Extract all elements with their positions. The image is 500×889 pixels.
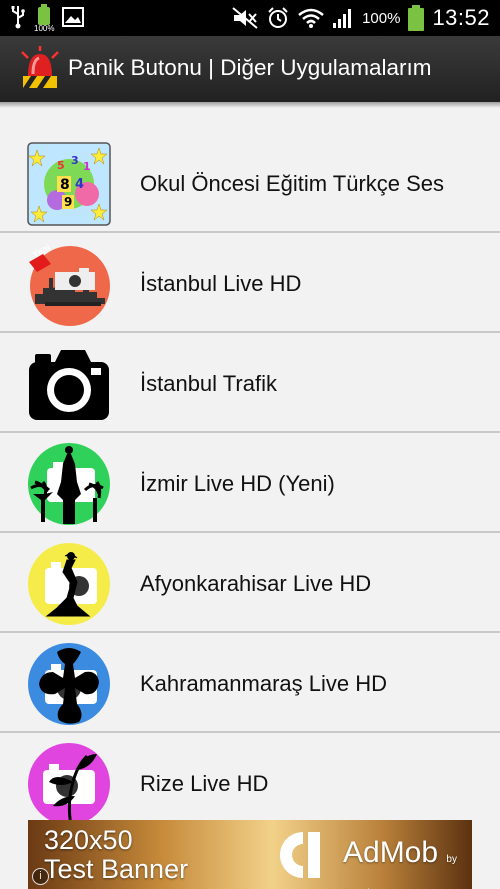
status-right: 100% 13:52: [232, 2, 490, 34]
app-label: Kahramanmaraş Live HD: [140, 671, 387, 696]
camera-icon: [29, 350, 109, 420]
clock: 13:52: [432, 5, 490, 30]
usb-icon: [11, 6, 25, 29]
list-item[interactable]: Rize Live HD: [0, 733, 500, 833]
ad-brand: AdMob by Google: [343, 836, 472, 889]
list-item[interactable]: Yeni İstanbul Live HD: [0, 233, 500, 333]
svg-text:8: 8: [60, 177, 70, 193]
svg-text:9: 9: [64, 195, 72, 209]
battery-level-icon: [408, 5, 425, 31]
battery-percent: 100%: [362, 9, 401, 27]
status-left: 100%: [10, 4, 84, 33]
app-label: Afyonkarahisar Live HD: [140, 571, 372, 596]
app-label: İstanbul Trafik: [140, 371, 277, 396]
mute-icon: [232, 7, 258, 29]
ad-brand-name: AdMob: [343, 836, 439, 869]
ad-banner[interactable]: 320x50 Test Banner AdMob by Google i: [28, 820, 472, 889]
app-label: İstanbul Live HD: [140, 271, 302, 296]
list-item[interactable]: Kahramanmaraş Live HD: [0, 633, 500, 733]
status-bar: 100% 100% 13:52: [0, 0, 500, 36]
ad-line1: 320x50: [44, 825, 133, 855]
wifi-icon: [298, 8, 324, 28]
image-icon: [62, 7, 84, 27]
list-item[interactable]: İstanbul Trafik: [0, 333, 500, 433]
list-item[interactable]: 5 3 1 8 4 9 Okul Öncesi Eğitim Türkçe Se…: [0, 133, 500, 233]
kahramanmaras-camera-icon: [28, 643, 110, 725]
app-label: İzmir Live HD (Yeni): [140, 471, 335, 496]
alarm-icon: [268, 7, 288, 28]
page-title: Panik Butonu | Diğer Uygulamalarım: [68, 55, 432, 80]
battery-icon: 100%: [34, 4, 55, 33]
rize-camera-icon: [28, 743, 110, 826]
izmir-camera-icon: [28, 443, 110, 525]
list-item[interactable]: İzmir Live HD (Yeni): [0, 433, 500, 533]
ad-text: 320x50 Test Banner: [44, 826, 188, 884]
app-label: Okul Öncesi Eğitim Türkçe Ses: [140, 171, 445, 196]
action-bar-shadow: [0, 102, 500, 108]
svg-text:1: 1: [83, 160, 91, 173]
afyon-camera-icon: [28, 543, 110, 625]
svg-text:5: 5: [57, 159, 65, 172]
app-list: 5 3 1 8 4 9 Okul Öncesi Eğitim Türkçe Se…: [0, 133, 500, 833]
svg-text:3: 3: [71, 154, 79, 167]
list-item[interactable]: Afyonkarahisar Live HD: [0, 533, 500, 633]
ad-line2: Test Banner: [44, 854, 189, 884]
battery-small-label: 100%: [34, 24, 55, 33]
siren-icon[interactable]: [20, 46, 60, 92]
app-label: Rize Live HD: [140, 771, 269, 796]
signal-icon: [333, 9, 352, 28]
numbers-balloon-icon: 5 3 1 8 4 9: [27, 142, 111, 226]
svg-text:4: 4: [75, 177, 84, 192]
admob-logo-icon: [280, 832, 320, 878]
ad-info-icon[interactable]: i: [32, 868, 49, 885]
